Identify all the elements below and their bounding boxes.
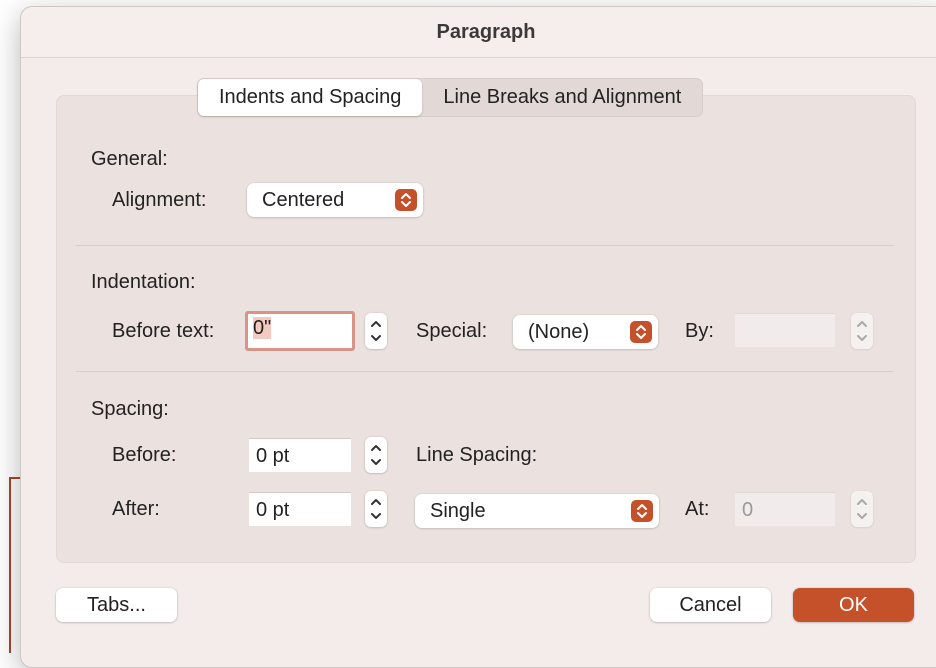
up-down-arrows-icon (630, 321, 652, 343)
at-label: At: (685, 498, 710, 520)
alignment-value: Centered (262, 189, 345, 211)
spacing-after-value: 0 pt (256, 499, 290, 521)
indentation-heading: Indentation: (91, 271, 196, 293)
alignment-label: Alignment: (112, 189, 207, 211)
before-text-label: Before text: (112, 320, 215, 342)
tabs-button[interactable]: Tabs... (56, 588, 177, 622)
line-spacing-label: Line Spacing: (416, 444, 538, 466)
ok-button[interactable]: OK (793, 588, 914, 622)
at-field[interactable]: 0 (735, 492, 835, 526)
spacing-before-value: 0 pt (256, 445, 290, 467)
spacing-before-stepper[interactable] (365, 437, 387, 473)
tab-indents-and-spacing[interactable]: Indents and Spacing (198, 79, 423, 116)
line-spacing-select[interactable]: Single (415, 494, 659, 528)
general-heading: General: (91, 148, 168, 170)
special-value: (None) (528, 321, 590, 343)
dialog-title: Paragraph (21, 7, 936, 58)
before-text-stepper[interactable] (365, 313, 387, 349)
spacing-heading: Spacing: (91, 398, 169, 420)
by-stepper[interactable] (851, 313, 873, 349)
special-select[interactable]: (None) (513, 315, 658, 349)
line-spacing-value: Single (430, 500, 486, 522)
spacing-after-field[interactable]: 0 pt (249, 492, 351, 526)
special-label: Special: (416, 320, 488, 342)
at-value: 0 (742, 499, 754, 521)
tab-line-breaks-and-alignment[interactable]: Line Breaks and Alignment (422, 79, 702, 116)
paragraph-dialog: Paragraph Indents and Spacing Line Break… (20, 6, 936, 668)
up-down-arrows-icon (631, 500, 653, 522)
before-label: Before: (112, 444, 177, 466)
section-divider (76, 371, 894, 372)
section-divider (76, 245, 894, 246)
cancel-button[interactable]: Cancel (650, 588, 771, 622)
tab-bar: Indents and Spacing Line Breaks and Alig… (197, 78, 704, 117)
alignment-select[interactable]: Centered (247, 183, 423, 217)
after-label: After: (112, 498, 160, 520)
by-field[interactable] (735, 313, 835, 347)
at-stepper[interactable] (851, 491, 873, 527)
before-text-value: 0" (253, 317, 272, 339)
spacing-before-field[interactable]: 0 pt (249, 438, 351, 472)
up-down-arrows-icon (395, 189, 417, 211)
by-label: By: (685, 320, 714, 342)
spacing-after-stepper[interactable] (365, 491, 387, 527)
before-text-field[interactable]: 0" (245, 311, 355, 351)
